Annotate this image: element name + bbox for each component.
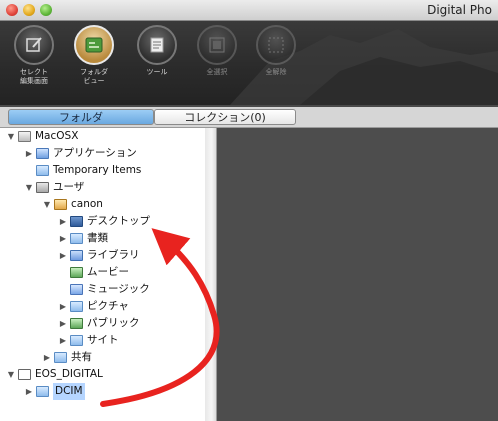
disclosure-triangle-icon[interactable]: ▶ bbox=[58, 298, 68, 315]
applications-folder-icon bbox=[36, 148, 49, 159]
tree-item-shared[interactable]: ▶ 共有 bbox=[42, 349, 92, 366]
tree-item-label: canon bbox=[71, 198, 103, 210]
desktop-folder-icon bbox=[70, 216, 83, 227]
select-all-label: 全選択 bbox=[206, 68, 228, 76]
deselect-all-icon bbox=[256, 25, 296, 65]
select-edit-button[interactable]: セレクト 編集画面 bbox=[6, 25, 62, 97]
zoom-window-button[interactable] bbox=[40, 4, 52, 16]
app-window: Digital Pho セレクト 編集画面 フォルダ ビュー ツール 全選択 全… bbox=[0, 0, 498, 421]
thumbnail-area bbox=[217, 128, 498, 421]
home-folder-icon bbox=[54, 199, 67, 210]
tree-item-label: EOS_DIGITAL bbox=[35, 368, 103, 380]
disclosure-triangle-icon[interactable]: ▶ bbox=[58, 315, 68, 332]
users-folder-icon bbox=[36, 182, 49, 193]
pictures-folder-icon bbox=[70, 301, 83, 312]
folder-view-button[interactable]: フォルダ ビュー bbox=[66, 25, 122, 97]
tree-item-label: Temporary Items bbox=[53, 164, 142, 176]
tree-item-macosx[interactable]: ▼ MacOSX bbox=[6, 128, 78, 145]
disclosure-triangle-icon[interactable]: ▶ bbox=[58, 230, 68, 247]
tree-item-library[interactable]: ▶ ライブラリ bbox=[58, 247, 140, 264]
folder-view-icon bbox=[74, 25, 114, 65]
tree-item-applications[interactable]: ▶ アプリケーション bbox=[24, 145, 137, 162]
public-folder-icon bbox=[70, 318, 83, 329]
toolbar: セレクト 編集画面 フォルダ ビュー ツール 全選択 全解除 bbox=[0, 21, 498, 105]
tree-item-label: DCIM bbox=[53, 383, 85, 400]
panel-tabs: フォルダ コレクション(0) bbox=[0, 107, 498, 128]
tools-icon bbox=[137, 25, 177, 65]
tree-item-public[interactable]: ▶ パブリック bbox=[58, 315, 140, 332]
music-folder-icon bbox=[70, 284, 83, 295]
tree-item-pictures[interactable]: ▶ ピクチャ bbox=[58, 298, 129, 315]
tree-item-sites[interactable]: ▶ サイト bbox=[58, 332, 119, 349]
tools-button[interactable]: ツール bbox=[129, 25, 185, 97]
tree-item-documents[interactable]: ▶ 書類 bbox=[58, 230, 108, 247]
drive-icon bbox=[18, 131, 31, 142]
tree-scrollbar[interactable] bbox=[205, 128, 217, 421]
tree-item-label: サイト bbox=[87, 334, 119, 346]
tab-folder[interactable]: フォルダ bbox=[8, 109, 154, 125]
tree-item-label: ユーザ bbox=[53, 181, 85, 193]
tree-item-movies[interactable]: ムービー bbox=[58, 264, 129, 281]
deselect-all-button[interactable]: 全解除 bbox=[248, 25, 304, 97]
tree-item-label: 共有 bbox=[71, 351, 92, 363]
tree-item-label: アプリケーション bbox=[53, 147, 137, 159]
select-all-button[interactable]: 全選択 bbox=[189, 25, 245, 97]
tree-item-label: パブリック bbox=[87, 317, 140, 329]
documents-folder-icon bbox=[70, 233, 83, 244]
tab-collection[interactable]: コレクション(0) bbox=[154, 109, 296, 125]
edit-select-icon bbox=[14, 25, 54, 65]
tree-item-label: デスクトップ bbox=[87, 215, 150, 227]
sites-folder-icon bbox=[70, 335, 83, 346]
window-title: Digital Pho bbox=[427, 3, 492, 17]
tree-item-label: ミュージック bbox=[87, 283, 150, 295]
tree-item-label: ムービー bbox=[87, 266, 129, 278]
disclosure-triangle-icon[interactable]: ▼ bbox=[42, 196, 52, 213]
disclosure-triangle-icon[interactable]: ▶ bbox=[24, 145, 34, 162]
tree-item-label: 書類 bbox=[87, 232, 108, 244]
tools-label: ツール bbox=[146, 68, 168, 76]
close-window-button[interactable] bbox=[6, 4, 18, 16]
select-edit-label: セレクト 編集画面 bbox=[20, 68, 48, 85]
tree-item-label: MacOSX bbox=[35, 130, 79, 142]
disclosure-triangle-icon[interactable]: ▶ bbox=[58, 247, 68, 264]
disclosure-triangle-icon[interactable]: ▼ bbox=[24, 179, 34, 196]
movies-folder-icon bbox=[70, 267, 83, 278]
tree-item-label: ライブラリ bbox=[87, 249, 140, 261]
title-bar: Digital Pho bbox=[0, 0, 498, 21]
tree-item-music[interactable]: ミュージック bbox=[58, 281, 150, 298]
tree-item-users[interactable]: ▼ ユーザ bbox=[24, 179, 84, 196]
deselect-all-label: 全解除 bbox=[265, 68, 287, 76]
disclosure-triangle-icon[interactable]: ▼ bbox=[6, 366, 16, 383]
tree-item-dcim[interactable]: ▶ DCIM bbox=[24, 383, 85, 400]
disclosure-triangle-icon[interactable]: ▼ bbox=[6, 128, 16, 145]
tree-item-eos-digital[interactable]: ▼ EOS_DIGITAL bbox=[6, 366, 103, 383]
folder-view-label: フォルダ ビュー bbox=[80, 68, 108, 85]
tree-item-canon[interactable]: ▼ canon bbox=[42, 196, 103, 213]
disclosure-triangle-icon[interactable]: ▶ bbox=[58, 213, 68, 230]
folder-icon bbox=[36, 165, 49, 176]
disclosure-triangle-icon[interactable]: ▶ bbox=[58, 332, 68, 349]
folder-tree-panel: ▼ MacOSX ▶ アプリケーション Temporary Items ▼ ユー… bbox=[0, 128, 206, 421]
tree-item-desktop[interactable]: ▶ デスクトップ bbox=[58, 213, 150, 230]
disclosure-triangle-icon[interactable]: ▶ bbox=[42, 349, 52, 366]
tree-item-label: ピクチャ bbox=[87, 300, 129, 312]
removable-disk-icon bbox=[18, 369, 31, 380]
tree-item-temporary-items[interactable]: Temporary Items bbox=[24, 162, 141, 179]
shared-folder-icon bbox=[54, 352, 67, 363]
folder-icon bbox=[36, 386, 49, 397]
select-all-icon bbox=[197, 25, 237, 65]
minimize-window-button[interactable] bbox=[23, 4, 35, 16]
library-folder-icon bbox=[70, 250, 83, 261]
disclosure-triangle-icon[interactable]: ▶ bbox=[24, 383, 34, 400]
